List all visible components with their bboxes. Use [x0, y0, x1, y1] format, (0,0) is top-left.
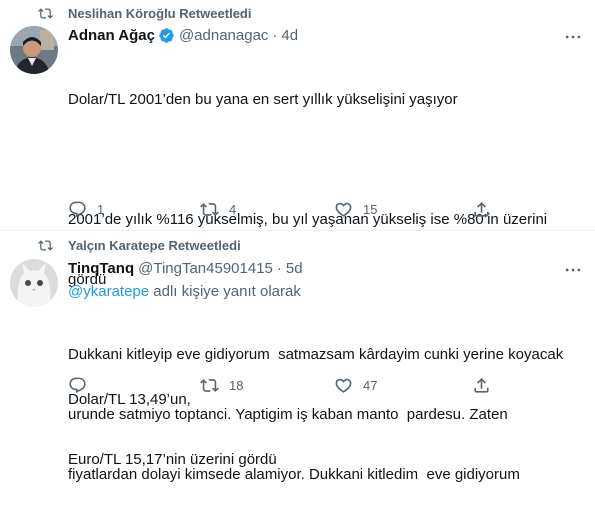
tweet-text-line — [68, 150, 583, 170]
tweet-time[interactable]: 4d — [281, 27, 298, 44]
retweeted-by-text[interactable]: Neslihan Köroğlu Retweetledi — [68, 6, 251, 21]
tweet-text-line: urunde satmiyo toptanci. Yaptigim iş kab… — [68, 406, 508, 423]
tweet-text-line: Dukkani kitleyip eve gidiyorum satmazsam… — [68, 346, 564, 363]
share-button[interactable] — [472, 200, 491, 219]
like-icon — [335, 378, 352, 393]
retweet-context: Neslihan Köroğlu Retweetledi — [38, 6, 251, 21]
share-icon — [474, 378, 489, 393]
reply-icon — [69, 377, 86, 394]
tweet[interactable]: Yalçın Karatepe Retweetledi TinqTanq @Ti… — [0, 231, 595, 483]
separator-dot: · — [276, 260, 282, 277]
like-button[interactable]: 47 — [334, 376, 377, 395]
verified-badge-icon — [159, 28, 174, 43]
tweet-text-line: fiyatlardan dolayi kimsede alamiyor. Duk… — [68, 466, 520, 483]
share-button[interactable] — [472, 376, 491, 395]
user-handle[interactable]: @adnanagac — [179, 27, 268, 44]
display-name[interactable]: TinqTanq — [68, 260, 134, 277]
tweet-text-line: Dolar/TL 2001’den bu yana en sert yıllık… — [68, 91, 458, 108]
user-handle[interactable]: @TingTan45901415 — [138, 260, 273, 277]
reply-icon — [69, 201, 86, 218]
like-icon — [335, 202, 352, 217]
retweet-icon — [38, 240, 53, 251]
like-count: 15 — [363, 202, 378, 217]
retweet-button[interactable]: 18 — [200, 376, 243, 395]
retweet-count: 4 — [229, 202, 237, 217]
share-icon — [474, 202, 489, 217]
tweet-actions: 18 47 — [68, 376, 498, 396]
avatar[interactable] — [10, 259, 58, 307]
tweet-actions: 1 4 15 — [68, 200, 498, 220]
more-icon[interactable] — [563, 27, 583, 47]
tweet[interactable]: Neslihan Köroğlu Retweetledi Adnan Ağaç … — [0, 0, 595, 468]
retweet-count: 18 — [229, 378, 244, 393]
reply-context: @ykaratepe adlı kişiye yanıt olarak — [68, 283, 301, 300]
tweet-header: Adnan Ağaç @adnanagac · 4d — [68, 27, 298, 44]
like-count: 47 — [363, 378, 378, 393]
retweet-button[interactable]: 4 — [200, 200, 236, 219]
reply-button[interactable] — [68, 376, 97, 395]
like-button[interactable]: 15 — [334, 200, 377, 219]
reply-mention-link[interactable]: @ykaratepe — [68, 283, 149, 300]
retweet-icon — [38, 8, 53, 19]
tweet-header: TinqTanq @TingTan45901415 · 5d — [68, 260, 303, 277]
tweet-time[interactable]: 5d — [286, 260, 303, 277]
retweet-context: Yalçın Karatepe Retweetledi — [38, 238, 241, 253]
reply-count: 1 — [97, 202, 105, 217]
tweet-text: Dukkani kitleyip eve gidiyorum satmazsam… — [68, 305, 583, 525]
retweeted-by-text[interactable]: Yalçın Karatepe Retweetledi — [68, 238, 241, 253]
reply-button[interactable]: 1 — [68, 200, 104, 219]
avatar[interactable] — [10, 26, 58, 74]
separator-dot: · — [272, 27, 278, 44]
display-name[interactable]: Adnan Ağaç — [68, 27, 155, 44]
reply-context-text: adlı kişiye yanıt olarak — [149, 283, 301, 300]
more-icon[interactable] — [563, 260, 583, 280]
retweet-icon — [200, 203, 219, 216]
retweet-icon — [200, 379, 219, 392]
